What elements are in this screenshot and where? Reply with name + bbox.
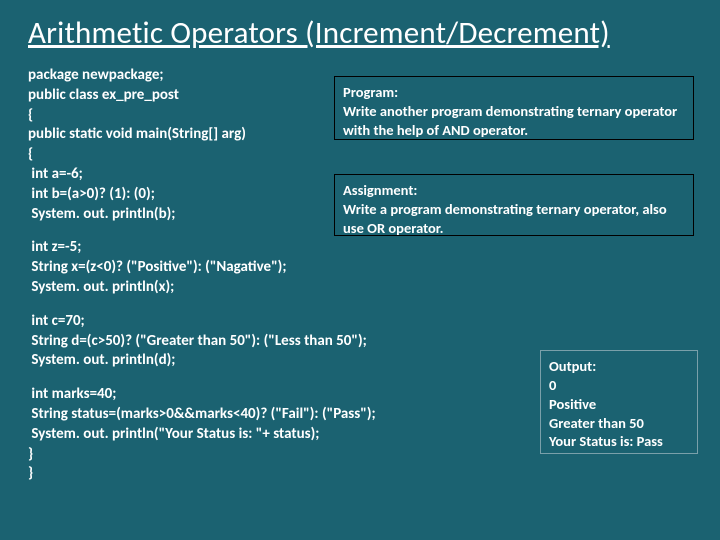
code-block-2: int z=-5; String x=(z<0)? ("Positive"): … xyxy=(28,238,538,297)
output-line-1: 0 xyxy=(549,376,689,395)
code-block-4: int marks=40; String status=(marks>0&&ma… xyxy=(28,385,538,484)
program-box: Program: Write another program demonstra… xyxy=(334,76,694,140)
assignment-box: Assignment: Write a program demonstratin… xyxy=(334,174,694,236)
output-heading: Output: xyxy=(549,357,689,376)
program-body: Write another program demonstrating tern… xyxy=(343,102,685,140)
output-line-3: Greater than 50 xyxy=(549,414,689,433)
assignment-heading: Assignment: xyxy=(343,181,685,200)
code-block-3: int c=70; String d=(c>50)? ("Greater tha… xyxy=(28,312,538,371)
program-heading: Program: xyxy=(343,83,685,102)
assignment-body: Write a program demonstrating ternary op… xyxy=(343,200,685,238)
slide-title: Arithmetic Operators (Increment/Decremen… xyxy=(28,14,610,52)
output-box: Output: 0 Positive Greater than 50 Your … xyxy=(540,350,698,454)
output-line-4: Your Status is: Pass xyxy=(549,432,689,451)
output-line-2: Positive xyxy=(549,395,689,414)
